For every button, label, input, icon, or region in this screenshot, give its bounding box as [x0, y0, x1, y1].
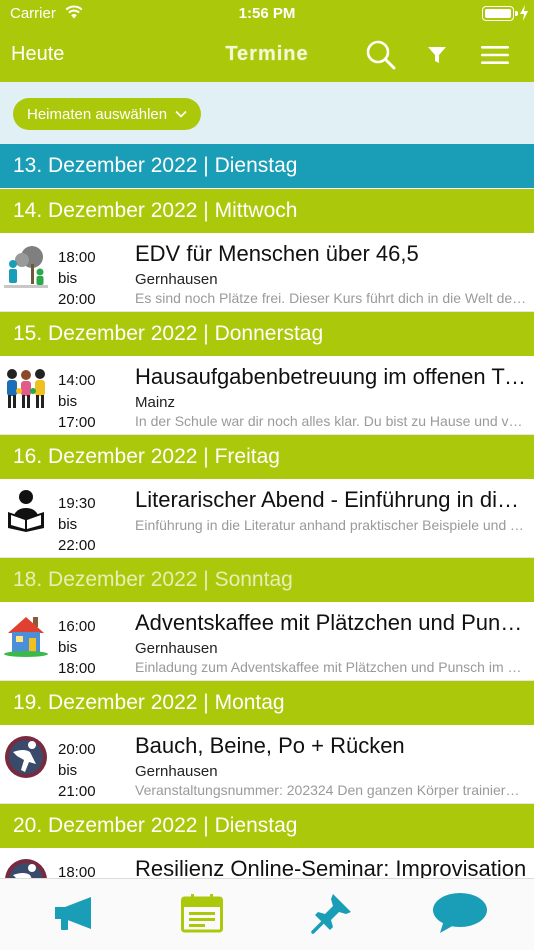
event-start: 18:00 — [58, 249, 96, 266]
family-icon — [7, 369, 45, 408]
calendar-icon — [181, 894, 223, 933]
select-homes-button[interactable]: Heimaten auswählen — [13, 98, 202, 130]
event-end: 20:00 — [58, 291, 96, 308]
tab-chat[interactable] — [430, 889, 490, 937]
event-title: Adventskaffee mit Plätzchen und Punsch — [135, 610, 527, 635]
day-header: 15. Dezember 2022 | Donnerstag — [0, 312, 534, 357]
filter-button[interactable] — [418, 37, 456, 73]
search-icon — [366, 40, 396, 70]
fitness-icon — [5, 859, 47, 878]
event-row[interactable]: 18:00 bis 20:00 EDV für Menschen über 46… — [0, 234, 534, 312]
event-time: 18:00 — [58, 862, 96, 878]
event-until: bis — [58, 270, 78, 287]
event-time: 19:30 bis 22:00 — [58, 493, 96, 556]
tab-pins[interactable] — [302, 889, 362, 937]
fitness-icon — [5, 736, 47, 778]
charging-icon — [520, 5, 528, 21]
event-title: Literarischer Abend - Einführung in die … — [135, 487, 527, 512]
event-time: 14:00 bis 17:00 — [58, 370, 96, 433]
event-start: 14:00 — [58, 372, 96, 389]
day-header: 19. Dezember 2022 | Montag — [0, 681, 534, 726]
event-end: 22:00 — [58, 537, 96, 554]
tab-events[interactable] — [172, 889, 232, 937]
event-description: Es sind noch Plätze frei. Dieser Kurs fü… — [135, 290, 527, 306]
select-homes-label: Heimaten auswählen — [27, 105, 168, 123]
event-start: 18:00 — [58, 864, 96, 878]
event-time: 18:00 bis 20:00 — [58, 247, 96, 310]
event-description: Veranstaltungsnummer: 202324 Den ganzen … — [135, 782, 527, 798]
day-header: 18. Dezember 2022 | Sonntag — [0, 558, 534, 603]
event-end: 21:00 — [58, 783, 96, 800]
megaphone-icon — [55, 897, 91, 930]
event-until: bis — [58, 516, 78, 533]
event-until: bis — [58, 393, 78, 410]
event-description: Einladung zum Adventskaffee mit Plätzche… — [135, 659, 527, 675]
filter-bar: Heimaten auswählen — [0, 82, 534, 144]
day-header: 20. Dezember 2022 | Dienstag — [0, 804, 534, 849]
tab-bar — [0, 878, 534, 950]
event-list[interactable]: 13. Dezember 2022 | Dienstag 14. Dezembe… — [0, 144, 534, 878]
clock: 1:56 PM — [238, 5, 296, 22]
filter-icon — [428, 47, 446, 63]
pushpin-icon — [311, 894, 351, 934]
event-row[interactable]: 19:30 bis 22:00 Literarischer Abend - Ei… — [0, 480, 534, 558]
event-title: Hausaufgabenbetreuung im offenen Treff — [135, 364, 527, 389]
event-description: In der Schule war dir noch alles klar. D… — [135, 413, 527, 429]
house-icon — [4, 617, 48, 657]
event-place: Gernhausen — [135, 271, 218, 288]
event-row[interactable]: 16:00 bis 18:00 Adventskaffee mit Plätzc… — [0, 603, 534, 681]
event-place: Gernhausen — [135, 640, 218, 657]
event-title: Bauch, Beine, Po + Rücken — [135, 733, 405, 758]
day-header: 13. Dezember 2022 | Dienstag — [0, 144, 534, 189]
menu-button[interactable] — [476, 37, 514, 73]
event-row[interactable]: 14:00 bis 17:00 Hausaufgabenbetreuung im… — [0, 357, 534, 435]
status-bar: Carrier 1:56 PM — [0, 0, 534, 28]
menu-icon — [481, 46, 509, 64]
event-start: 19:30 — [58, 495, 96, 512]
event-title: EDV für Menschen über 46,5 — [135, 241, 419, 266]
event-start: 16:00 — [58, 618, 96, 635]
reader-icon — [8, 490, 44, 532]
nav-bar: Heute Termine — [0, 28, 534, 82]
search-button[interactable] — [362, 37, 400, 73]
battery-icon — [482, 6, 518, 21]
event-end: 17:00 — [58, 414, 96, 431]
event-time: 20:00 bis 21:00 — [58, 739, 96, 802]
event-until: bis — [58, 639, 78, 656]
event-until: bis — [58, 762, 78, 779]
event-place: Mainz — [135, 394, 176, 411]
day-header: 16. Dezember 2022 | Freitag — [0, 435, 534, 480]
event-start: 20:00 — [58, 741, 96, 758]
event-row[interactable]: 18:00 Resilienz Online-Seminar: Improvis… — [0, 849, 534, 878]
event-end: 18:00 — [58, 660, 96, 677]
event-description: Einführung in die Literatur anhand prakt… — [135, 517, 527, 533]
day-header: 14. Dezember 2022 | Mittwoch — [0, 189, 534, 234]
event-time: 16:00 bis 18:00 — [58, 616, 96, 679]
chevron-down-icon — [175, 110, 187, 118]
tab-news[interactable] — [46, 889, 106, 937]
people-tree-icon — [4, 246, 48, 288]
event-place: Gernhausen — [135, 763, 218, 780]
event-title: Resilienz Online-Seminar: Improvisation — [135, 856, 527, 878]
event-row[interactable]: 20:00 bis 21:00 Bauch, Beine, Po + Rücke… — [0, 726, 534, 804]
chat-bubble-icon — [433, 893, 487, 933]
